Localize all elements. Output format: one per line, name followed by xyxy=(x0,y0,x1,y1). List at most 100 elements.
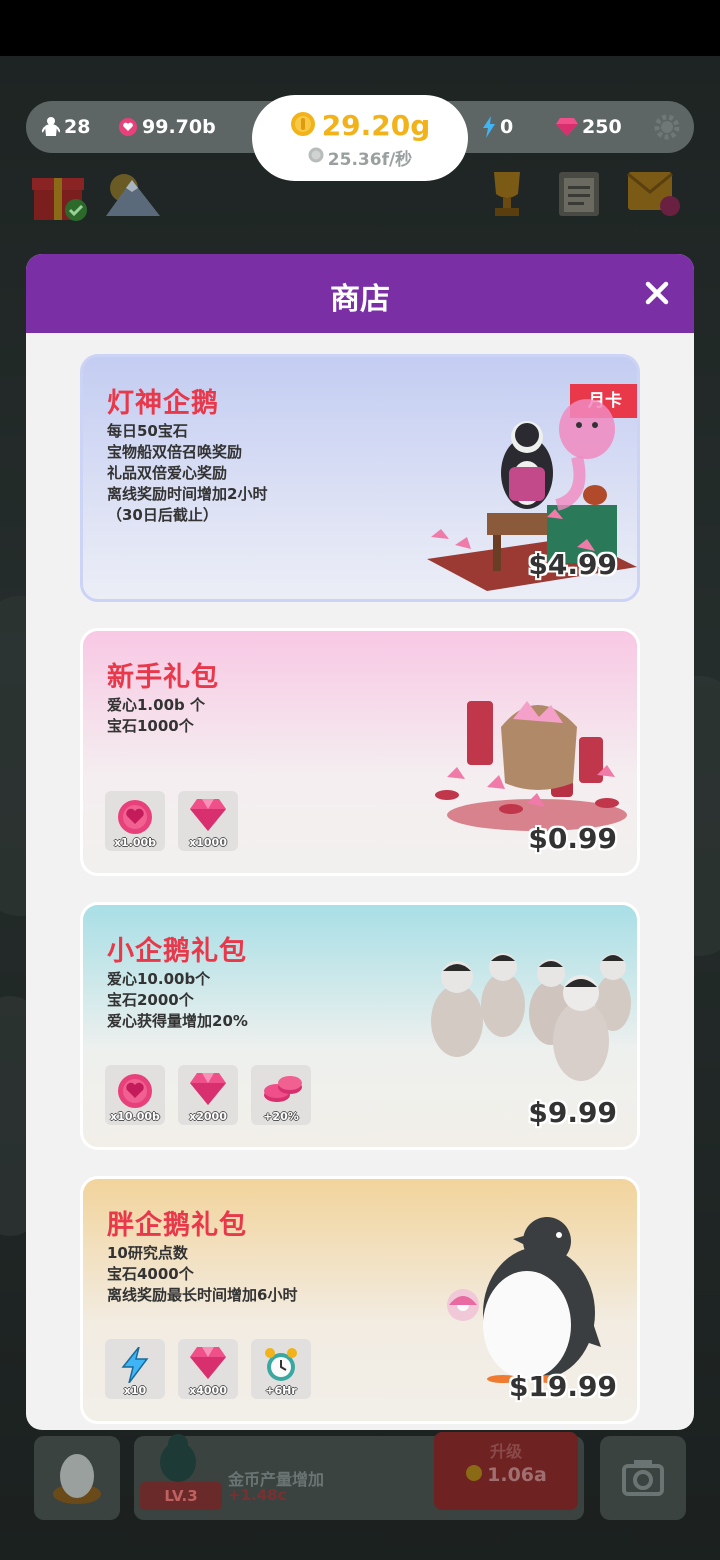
item-qty: x1.00b xyxy=(113,836,157,849)
reward-item: x4000 xyxy=(178,1339,238,1399)
shop-title: 商店 xyxy=(330,282,390,317)
desc-line: 宝物船双倍召唤奖励 xyxy=(107,443,243,461)
desc-line: 爱心10.00b个 xyxy=(107,970,211,988)
close-icon[interactable] xyxy=(642,278,672,308)
close-button[interactable] xyxy=(642,278,672,308)
price-label[interactable]: $4.99 xyxy=(528,548,617,581)
reward-item: x1.00b xyxy=(105,791,165,851)
coin-rate-icon xyxy=(308,147,324,168)
gem-count-value: 250 xyxy=(582,116,622,138)
desc-line: 离线奖励时间增加2小时 xyxy=(107,485,268,503)
card-title: 小企鹅礼包 xyxy=(107,936,247,967)
desc-line: 宝石2000个 xyxy=(107,991,194,1009)
coin-display: 29.20g 25.36f/秒 xyxy=(252,95,468,181)
item-qty: x2000 xyxy=(189,1110,227,1123)
shop-header: 商店 xyxy=(26,254,694,333)
shop-card-little-penguin-pack[interactable]: 小企鹅礼包 爱心10.00b个 宝石2000个 爱心获得量增加20% x10.0… xyxy=(80,902,640,1150)
mountain-icon xyxy=(106,174,160,216)
quest-board-button[interactable] xyxy=(556,168,602,222)
egg-slot-button[interactable] xyxy=(34,1436,120,1520)
desc-line: 每日50宝石 xyxy=(107,422,188,440)
trophy-icon xyxy=(494,172,520,216)
card-title: 新手礼包 xyxy=(107,662,219,693)
gear-icon[interactable] xyxy=(652,112,682,142)
gift-box-button[interactable] xyxy=(30,168,90,228)
shop-card-starter-pack[interactable]: 新手礼包 爱心1.00b 个 宝石1000个 x1.00b x1000 $0.9… xyxy=(80,628,640,876)
camera-button[interactable] xyxy=(600,1436,686,1520)
gem-icon xyxy=(190,799,226,831)
clipboard-icon xyxy=(559,172,599,216)
price-label[interactable]: $0.99 xyxy=(528,822,617,855)
item-qty: x1000 xyxy=(189,836,227,849)
card-description: 爱心10.00b个 宝石2000个 爱心获得量增加20% xyxy=(107,969,248,1032)
penguin-count-value: 28 xyxy=(64,116,91,138)
trophy-button[interactable] xyxy=(482,168,532,224)
shop-card-fat-penguin-pack[interactable]: 胖企鹅礼包 10研究点数 宝石4000个 离线奖励最长时间增加6小时 x10 x… xyxy=(80,1176,640,1424)
egg-icon xyxy=(53,1454,101,1504)
baby-penguins-illustration xyxy=(431,953,631,1081)
card-description: 每日50宝石 宝物船双倍召唤奖励 礼品双倍爱心奖励 离线奖励时间增加2小时 （3… xyxy=(107,421,267,526)
gold-coin-icon xyxy=(465,1464,483,1486)
reward-item: x10 xyxy=(105,1339,165,1399)
mailbox-button[interactable] xyxy=(626,166,682,222)
price-label[interactable]: $9.99 xyxy=(528,1096,617,1129)
shop-card-genie-penguin[interactable]: 灯神企鹅 每日50宝石 宝物船双倍召唤奖励 礼品双倍爱心奖励 离线奖励时间增加2… xyxy=(80,354,640,602)
heart-coin-stack-icon xyxy=(264,1076,302,1102)
heart-coin-pile-illustration xyxy=(435,701,627,831)
status-bar xyxy=(0,0,720,56)
penguin-icon xyxy=(42,116,60,138)
lightning-icon xyxy=(121,1347,149,1383)
desc-line: 10研究点数 xyxy=(107,1244,188,1262)
desc-line: 爱心获得量增加20% xyxy=(107,1012,248,1030)
heart-coin-icon xyxy=(118,800,152,834)
fat-penguin-illustration xyxy=(447,1217,601,1383)
desc-line: 礼品双倍爱心奖励 xyxy=(107,464,228,482)
item-qty: x10 xyxy=(123,1384,147,1397)
reward-item: x1000 xyxy=(178,791,238,851)
reward-item: x10.00b xyxy=(105,1065,165,1125)
desc-line: （30日后截止） xyxy=(107,506,218,524)
level-badge: LV.3 xyxy=(140,1482,222,1510)
gift-icon xyxy=(32,178,87,221)
penguin-avatar-icon xyxy=(160,1434,196,1482)
gem-icon xyxy=(190,1073,226,1105)
penguin-count: 28 xyxy=(42,101,90,153)
price-label[interactable]: $19.99 xyxy=(509,1370,617,1403)
desc-line: 爱心1.00b 个 xyxy=(107,696,205,714)
coin-rate-value: 25.36f/秒 xyxy=(327,150,413,170)
heart-count: 99.70b xyxy=(118,101,216,153)
reward-item: +20% xyxy=(251,1065,311,1125)
item-qty: +6Hr xyxy=(265,1384,297,1397)
upgrade-button-label: 升级 xyxy=(489,1442,522,1461)
shop-modal: 商店 灯神企鹅 每日50宝石 宝物船双倍召唤奖励 礼品双倍爱心奖励 离线奖励时间… xyxy=(26,254,694,1430)
card-title: 胖企鹅礼包 xyxy=(107,1210,247,1241)
desc-line: 宝石4000个 xyxy=(107,1265,194,1283)
reward-item: +6Hr xyxy=(251,1339,311,1399)
expedition-button[interactable] xyxy=(104,170,162,224)
energy-count: 0 xyxy=(482,101,513,153)
card-description: 10研究点数 宝石4000个 离线奖励最长时间增加6小时 xyxy=(107,1243,297,1306)
heart-coin-icon xyxy=(118,1074,152,1108)
card-title: 灯神企鹅 xyxy=(107,388,219,419)
gem-count: 250 xyxy=(556,101,622,153)
desc-line: 宝石1000个 xyxy=(107,717,194,735)
upgrade-cost: 1.06a xyxy=(487,1464,547,1486)
desc-line: 离线奖励最长时间增加6小时 xyxy=(107,1286,298,1304)
lightning-icon xyxy=(482,116,496,138)
camera-icon xyxy=(622,1460,664,1496)
item-qty: +20% xyxy=(263,1110,299,1123)
reward-item: x2000 xyxy=(178,1065,238,1125)
heart-coin-icon xyxy=(118,117,138,137)
mail-icon xyxy=(627,172,680,216)
coin-value: 29.20g xyxy=(321,109,431,142)
heart-count-value: 99.70b xyxy=(142,116,216,138)
gem-icon xyxy=(190,1347,226,1379)
item-qty: x10.00b xyxy=(110,1110,160,1123)
card-description: 爱心1.00b 个 宝石1000个 xyxy=(107,695,205,737)
settings-button[interactable] xyxy=(652,101,682,153)
upgrade-value: +1.48c xyxy=(228,1486,287,1504)
energy-count-value: 0 xyxy=(500,116,514,138)
item-qty: x4000 xyxy=(189,1384,227,1397)
upgrade-button[interactable]: 升级 1.06a xyxy=(434,1432,578,1510)
alarm-clock-icon xyxy=(265,1348,297,1381)
